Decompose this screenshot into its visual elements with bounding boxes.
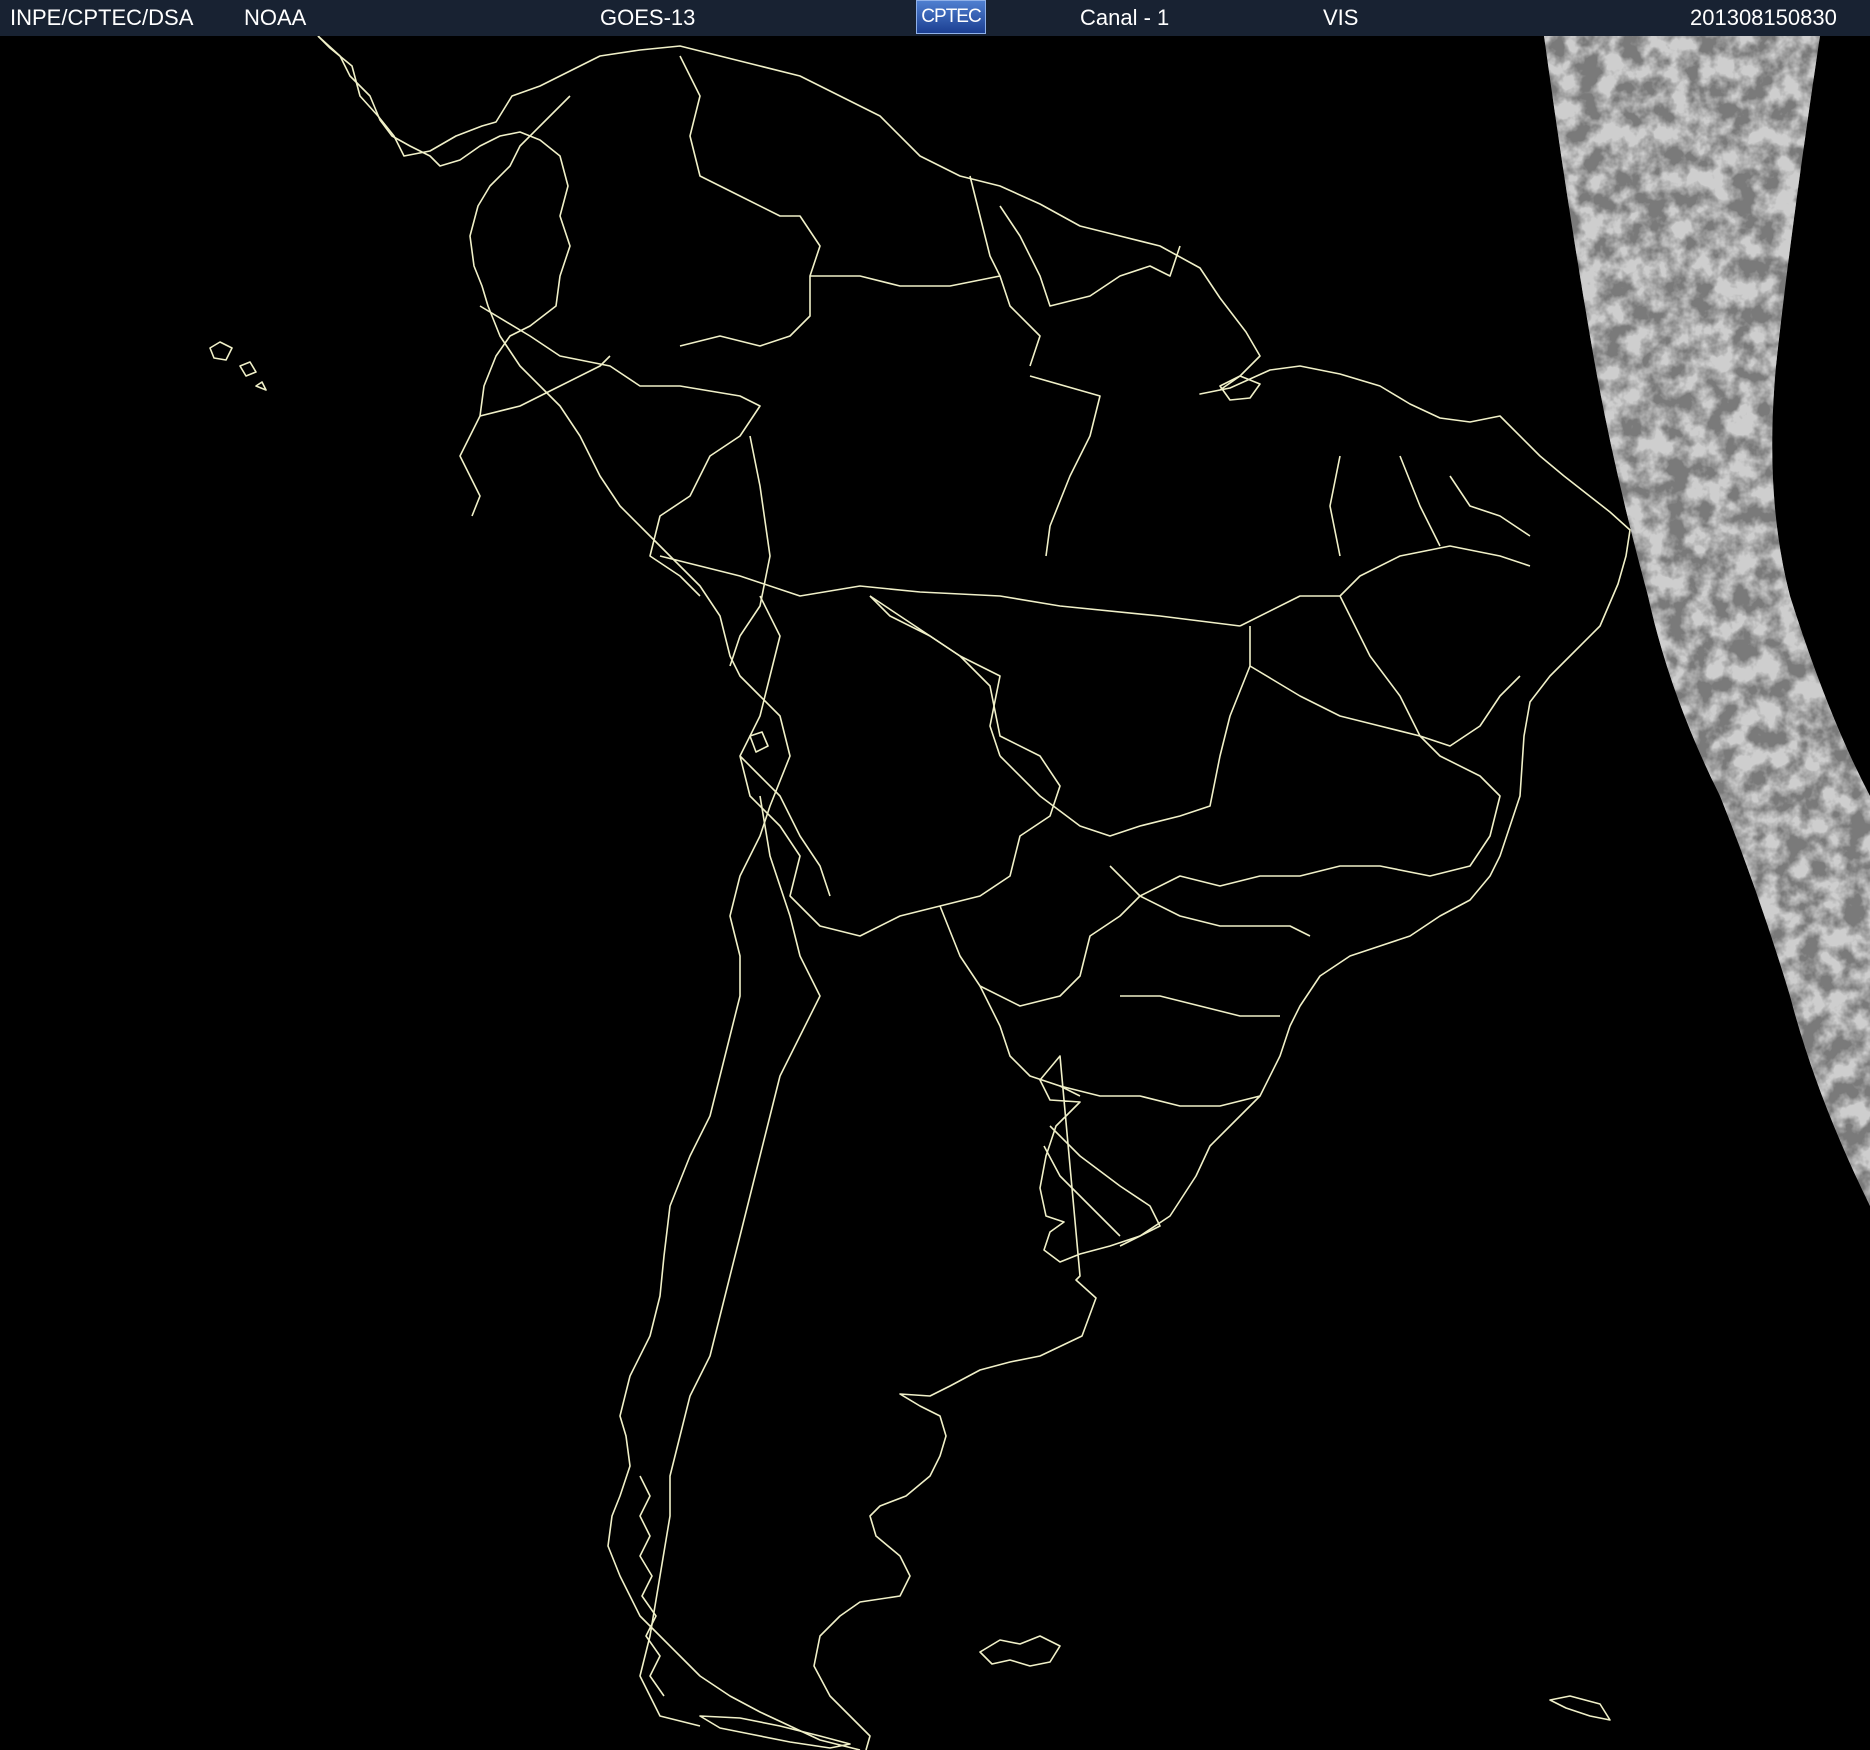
border-bolivia-chile bbox=[739, 755, 831, 897]
timestamp-label: 201308150830 bbox=[1690, 5, 1837, 30]
border-amazonas-para bbox=[1029, 375, 1101, 557]
border-paraguay-argentina bbox=[979, 985, 1081, 1097]
border-colombia-peru bbox=[479, 305, 761, 597]
border-colombia-venezuela bbox=[679, 55, 821, 347]
border-rio-grande-do-sul bbox=[1049, 1125, 1161, 1247]
satellite-label: GOES-13 bbox=[600, 5, 696, 30]
border-south-states bbox=[1059, 895, 1311, 1107]
border-paraguay bbox=[939, 865, 1141, 1007]
south-georgia bbox=[1549, 1695, 1611, 1721]
border-argentina-chile bbox=[639, 795, 821, 1727]
cptec-logo: CPTEC bbox=[916, 0, 986, 34]
border-bolivia-west bbox=[739, 595, 1061, 937]
falkland-islands bbox=[979, 1635, 1061, 1667]
galapagos-islands bbox=[209, 341, 267, 391]
tierra-del-fuego bbox=[699, 1715, 851, 1749]
source-label: INPE/CPTEC/DSA bbox=[10, 5, 194, 30]
agency-label: NOAA bbox=[244, 5, 307, 30]
border-southeast-states bbox=[1139, 665, 1501, 897]
map-canvas bbox=[209, 36, 1870, 1750]
channel-label: Canal - 1 bbox=[1080, 5, 1170, 30]
border-mato-grosso bbox=[999, 626, 1251, 837]
image-header: INPE/CPTEC/DSA NOAA GOES-13 CPTEC Canal … bbox=[0, 0, 1870, 36]
border-ecuador-peru bbox=[479, 355, 611, 417]
border-brasil-uruguay bbox=[1043, 1145, 1121, 1237]
border-northeast-states bbox=[1239, 455, 1531, 747]
border-north-south bbox=[659, 555, 1241, 627]
south-america-coastline bbox=[317, 36, 1631, 1750]
border-venezuela-brazil bbox=[810, 275, 1041, 367]
border-guianas bbox=[999, 205, 1181, 307]
band-label: VIS bbox=[1323, 5, 1359, 30]
satellite-image bbox=[0, 36, 1870, 1750]
cloud-band bbox=[1544, 36, 1870, 1206]
border-venezuela-guyana bbox=[969, 175, 1001, 277]
logo-text: CPTEC bbox=[921, 6, 981, 27]
isthmus-coastline bbox=[317, 36, 571, 517]
lake-titicaca bbox=[749, 731, 769, 753]
border-peru-brazil bbox=[729, 435, 771, 667]
